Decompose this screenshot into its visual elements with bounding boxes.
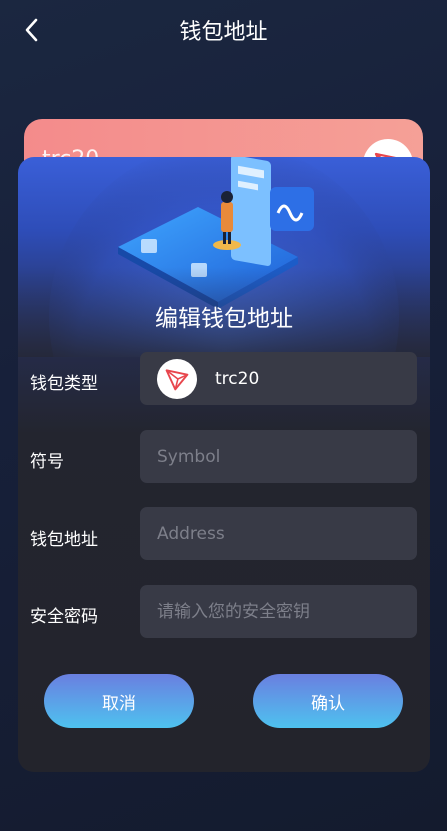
top-bar: 钱包地址 <box>0 0 447 62</box>
edit-wallet-dialog: 编辑钱包地址 钱包类型 trc20 符号 钱包地址 安全密码 取消 确认 <box>18 157 430 772</box>
symbol-field-wrapper <box>140 430 417 483</box>
password-input[interactable] <box>140 585 417 638</box>
page-title: 钱包地址 <box>179 20 268 45</box>
address-label: 钱包地址 <box>30 530 98 550</box>
symbol-label: 符号 <box>30 452 64 472</box>
cancel-button[interactable]: 取消 <box>44 674 194 728</box>
symbol-input[interactable] <box>140 430 417 483</box>
dialog-title: 编辑钱包地址 <box>155 306 293 332</box>
trx-logo <box>157 358 197 399</box>
tron-logo-icon <box>165 368 189 390</box>
password-label: 安全密码 <box>30 607 98 627</box>
password-field-wrapper <box>140 585 417 638</box>
wallet-type-value: trc20 <box>215 368 260 389</box>
wallet-type-label: 钱包类型 <box>30 374 98 394</box>
address-field-wrapper <box>140 507 417 560</box>
wallet-type-select[interactable]: trc20 <box>140 352 417 405</box>
address-input[interactable] <box>140 507 417 560</box>
confirm-button[interactable]: 确认 <box>253 674 403 728</box>
